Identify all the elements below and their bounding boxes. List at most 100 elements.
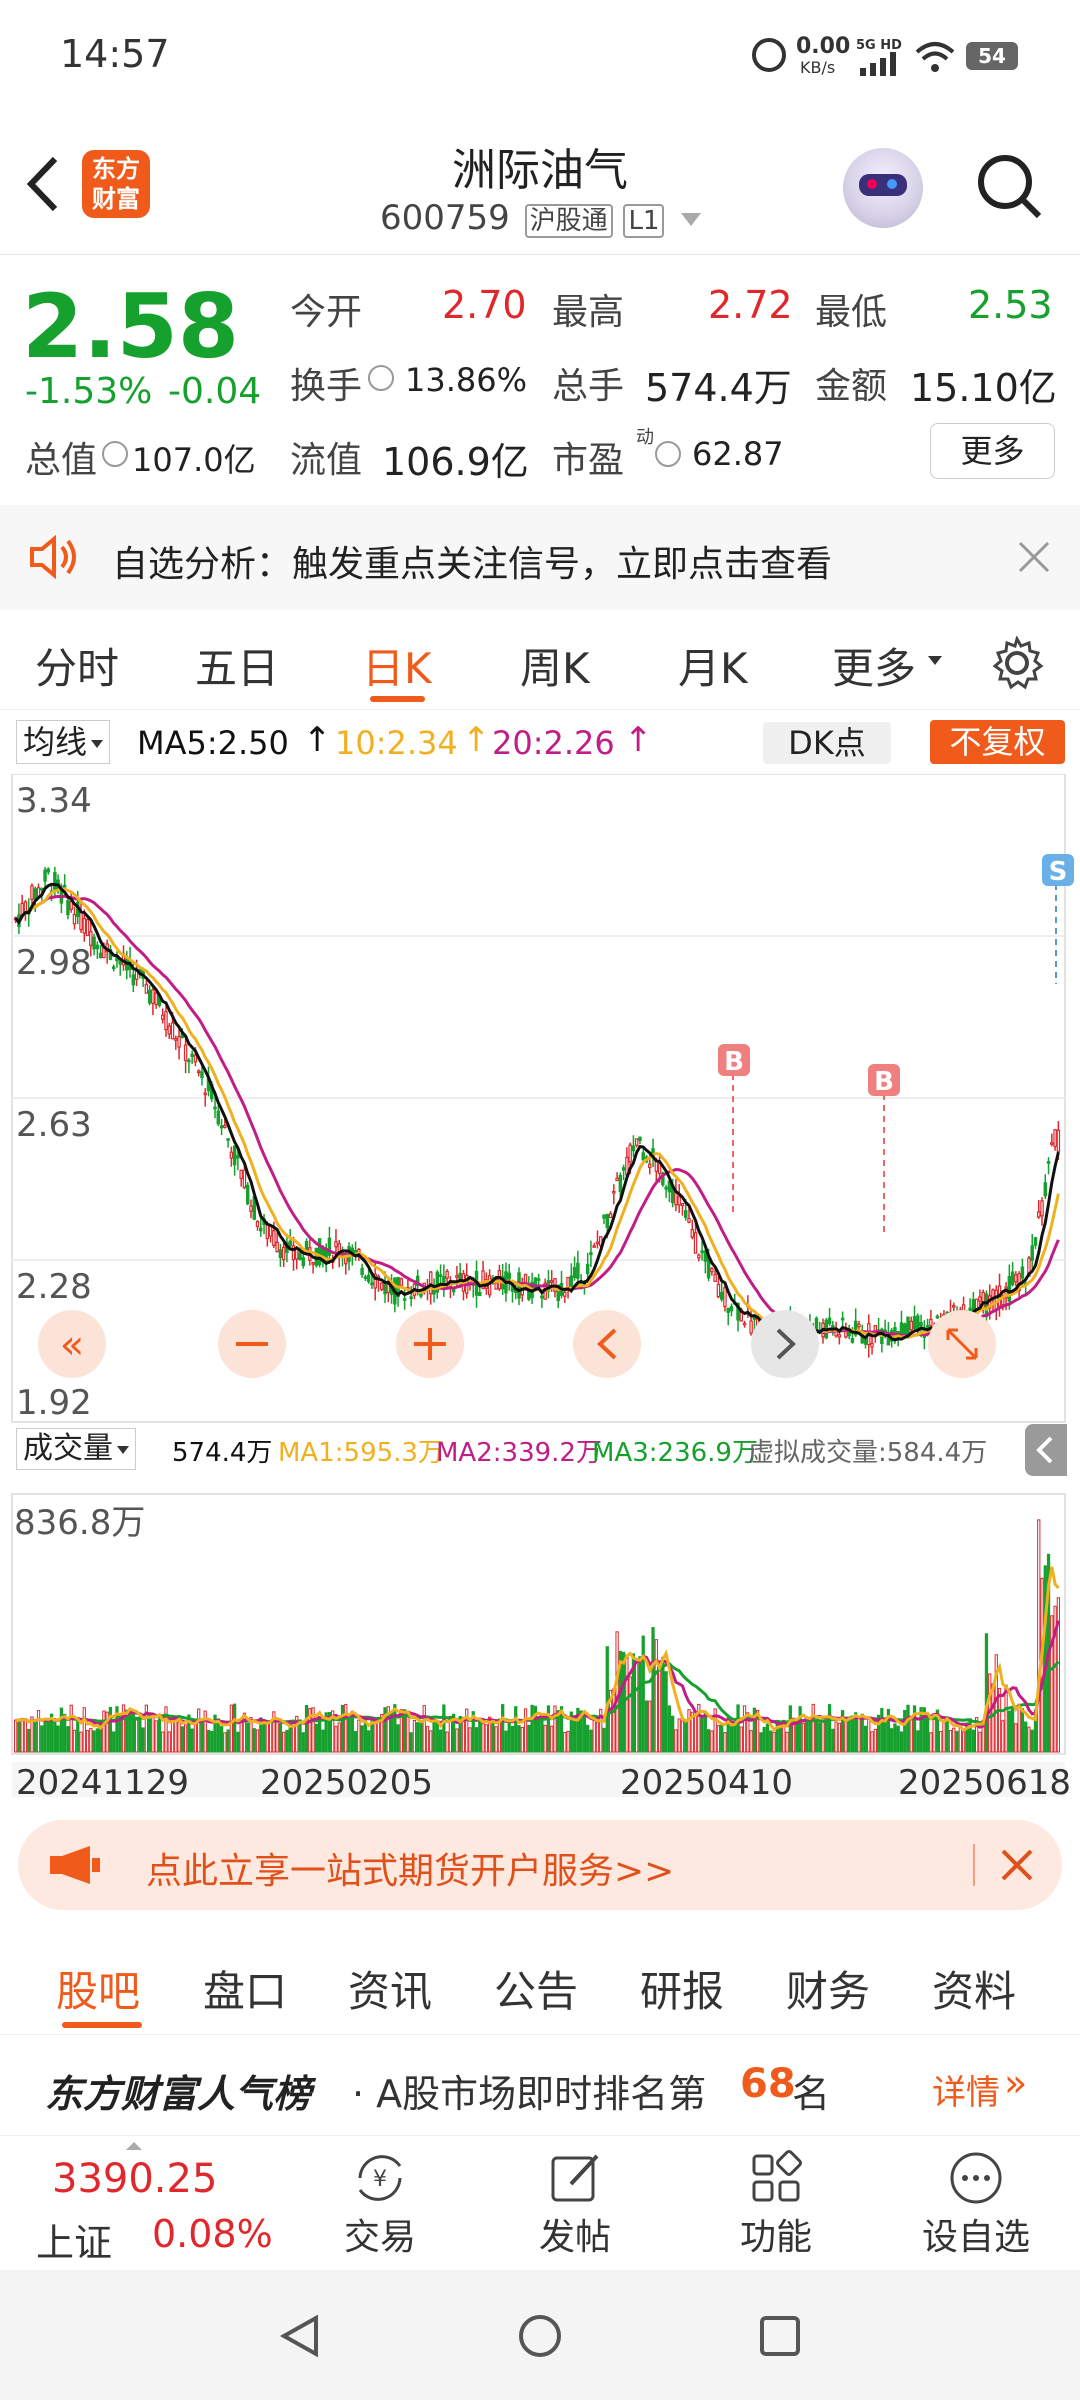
tab-order-book[interactable]: 盘口 [203,1958,287,2019]
tab-daily-k[interactable]: 日K [362,635,432,696]
ma-select[interactable]: 均线 [16,720,111,764]
volume-bar [412,1719,417,1753]
volume-bar [837,1722,841,1753]
x-date-label: 20241129 [16,1763,189,1797]
tab-news[interactable]: 资讯 [348,1958,432,2019]
volume-bar [14,1719,18,1753]
volume-bar [729,1723,734,1753]
tab-more[interactable]: 更多 [832,635,916,696]
no-adjust-button[interactable]: 不复权 [930,720,1065,764]
candle-body [840,1317,845,1321]
volume-bar [43,1720,47,1753]
candle-body [523,1274,528,1284]
index-ticker[interactable]: 3390.25 上证 0.08% [0,2136,300,2271]
high-value: 2.72 [708,283,793,327]
up-arrow: ↑ [462,720,491,760]
volume-bar [278,1723,283,1753]
popularity-rank-row[interactable]: 东方财富人气榜 · A股市场即时排名第 68 名 详情 » [0,2035,1080,2135]
candle-body [919,1321,923,1327]
volume-bar [827,1704,832,1753]
candle-body [33,888,37,900]
close-icon[interactable] [1000,1848,1034,1882]
candle-body [690,1228,694,1238]
fullscreen-button[interactable] [928,1310,996,1378]
next-button[interactable] [751,1310,819,1378]
tab-five-day[interactable]: 五日 [195,635,279,696]
tab-monthly-k[interactable]: 月K [678,635,748,696]
info-icon[interactable] [368,365,394,391]
functions-button[interactable]: 功能 [716,2136,836,2271]
close-icon[interactable] [1018,541,1050,573]
candle-body [693,1232,698,1254]
candle-body [98,952,103,959]
info-icon[interactable] [102,441,128,467]
tab-financials[interactable]: 财务 [786,1958,870,2019]
scroll-left-fast-button[interactable]: « [38,1310,106,1378]
collapse-panel-button[interactable] [1025,1424,1067,1476]
nav-back-icon[interactable] [278,2314,322,2358]
candle-body [549,1280,554,1283]
zoom-in-button[interactable] [396,1310,464,1378]
candle-body [713,1273,717,1282]
volume-bar [507,1722,511,1753]
volume-bar [720,1724,724,1753]
volume-bar [17,1720,21,1753]
volume-bar [23,1718,28,1753]
volume-bar [226,1729,230,1753]
volume-bar [903,1709,907,1753]
nav-home-icon[interactable] [518,2314,562,2358]
volume-select[interactable]: 成交量 [16,1428,136,1470]
trade-button[interactable]: ¥ 交易 [320,2136,440,2271]
tab-intraday[interactable]: 分时 [35,635,119,696]
volume-bar [1007,1710,1011,1753]
rank-suffix: 名 [792,2072,831,2116]
volume-bar [863,1725,868,1753]
candle-body [716,1283,721,1298]
volume-bar [952,1727,956,1753]
tab-guba[interactable]: 股吧 [56,1958,140,2019]
rank-prefix: · A股市场即时排名第 [352,2072,707,2116]
candle-body [66,900,70,916]
candle-body [236,1154,240,1159]
candle-body [301,1257,306,1267]
add-watchlist-button[interactable]: 设自选 [906,2136,1046,2271]
volume-bar [592,1715,596,1753]
tab-research[interactable]: 研报 [640,1958,724,2019]
volume-bar [537,1719,541,1753]
candle-body [540,1295,544,1299]
stock-code-row[interactable]: 600759 沪股通 L1 [380,198,702,242]
watchlist-analysis-banner[interactable]: 自选分析：触发重点关注信号，立即点击查看 [0,505,1080,610]
candle-body [641,1152,645,1161]
kline-chart-svg[interactable]: B B S 3.34 2.98 2.63 2.28 1.92 « 836.8万 … [0,774,1080,1797]
candle-body [723,1287,727,1308]
volume-bar [1001,1720,1005,1753]
dk-points-button[interactable]: DK点 [763,722,891,764]
candle-body [229,1151,234,1159]
volume-bar [847,1718,851,1753]
futures-promo-banner[interactable]: 点此立享一站式期货开户服务>> [18,1820,1062,1910]
bottom-toolbar: 3390.25 上证 0.08% ¥ 交易 发帖 功能 设自选 [0,2135,1080,2270]
post-button[interactable]: 发帖 [515,2136,635,2271]
turnover-value: 13.86% [405,361,528,399]
tab-weekly-k[interactable]: 周K [520,635,590,696]
info-icon[interactable] [655,441,681,467]
volume-bar [654,1639,658,1753]
gear-icon[interactable] [990,636,1044,690]
candle-body [92,936,96,950]
volume-bar [769,1730,773,1753]
nav-recents-icon[interactable] [758,2314,802,2358]
robot-assistant-icon[interactable] [843,148,923,228]
zoom-out-button[interactable] [218,1310,286,1378]
volume-bar [138,1718,142,1753]
virtual-volume-legend: 虚拟成交量:584.4万 [748,1438,988,1468]
rank-detail-link[interactable]: 详情 [932,2065,1000,2114]
more-button[interactable]: 更多 [930,423,1055,479]
candle-body [275,1241,279,1253]
candle-body [298,1252,302,1261]
previous-button[interactable] [573,1310,641,1378]
volume-bar [945,1716,949,1753]
volume-bar [680,1720,685,1753]
search-icon[interactable] [975,152,1045,222]
tab-announcements[interactable]: 公告 [494,1958,578,2019]
tab-profile[interactable]: 资料 [932,1958,1016,2019]
